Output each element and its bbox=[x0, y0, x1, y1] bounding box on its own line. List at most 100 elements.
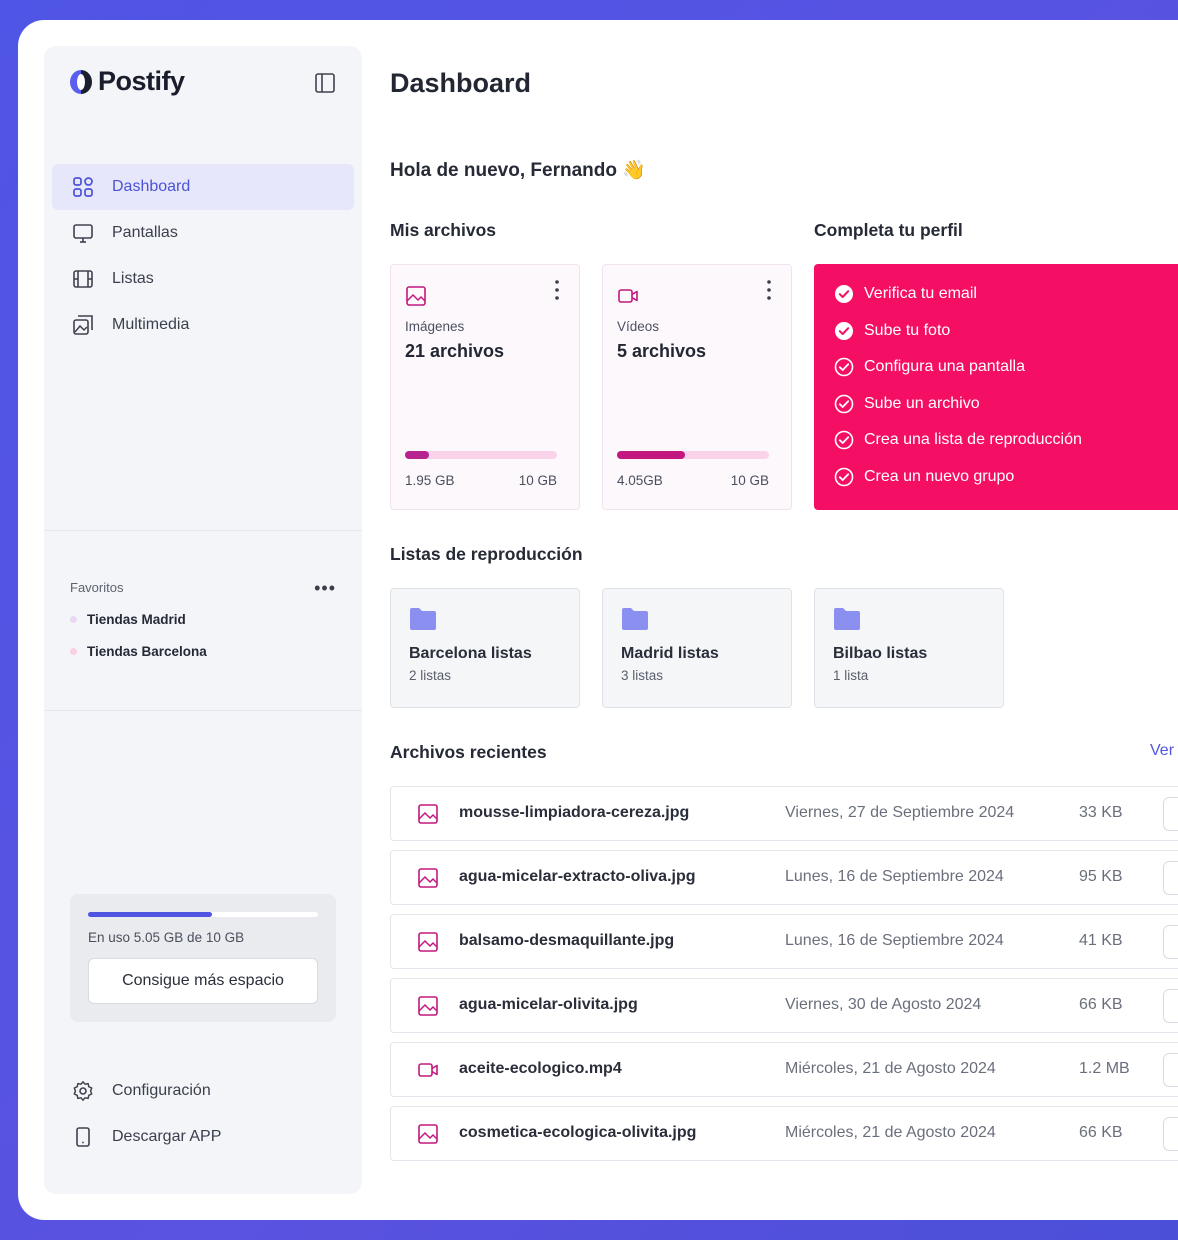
recent-file-row[interactable]: agua-micelar-extracto-oliva.jpg Lunes, 16… bbox=[390, 850, 1178, 905]
greeting: Hola de nuevo, Fernando 👋 bbox=[390, 160, 646, 181]
file-size: 66 KB bbox=[1079, 996, 1123, 1013]
film-icon bbox=[73, 270, 93, 288]
file-size: 66 KB bbox=[1079, 1124, 1123, 1141]
file-size: 41 KB bbox=[1079, 932, 1123, 949]
video-icon bbox=[418, 1063, 438, 1077]
playlist-name: Bilbao listas bbox=[833, 645, 928, 662]
profile-step[interactable]: Configura una pantalla bbox=[834, 357, 1025, 377]
nav-label: Multimedia bbox=[112, 316, 190, 333]
profile-step[interactable]: Crea una lista de reproducción bbox=[834, 430, 1082, 450]
row-action-button[interactable] bbox=[1163, 925, 1178, 959]
profile-step-label: Verifica tu email bbox=[864, 285, 977, 302]
playlist-card[interactable]: Madrid listas 3 listas bbox=[602, 588, 792, 708]
usage-bar bbox=[617, 451, 769, 459]
phone-icon bbox=[76, 1127, 90, 1147]
folder-icon bbox=[834, 608, 860, 630]
file-date: Viernes, 30 de Agosto 2024 bbox=[785, 996, 982, 1013]
monitor-icon bbox=[73, 224, 93, 243]
playlist-card[interactable]: Bilbao listas 1 lista bbox=[814, 588, 1004, 708]
recent-file-row[interactable]: balsamo-desmaquillante.jpg Lunes, 16 de S… bbox=[390, 914, 1178, 969]
nav-label: Pantallas bbox=[112, 224, 178, 241]
favorite-dot-icon bbox=[70, 616, 77, 623]
row-action-button[interactable] bbox=[1163, 989, 1178, 1023]
image-icon bbox=[418, 932, 438, 952]
playlist-count: 1 lista bbox=[833, 668, 869, 683]
recent-file-row[interactable]: mousse-limpiadora-cereza.jpg Viernes, 27 … bbox=[390, 786, 1178, 841]
main-content: Dashboard Hola de nuevo, Fernando 👋 Mis … bbox=[390, 20, 1178, 1220]
file-count: 5 archivos bbox=[617, 341, 707, 361]
row-action-button[interactable] bbox=[1163, 797, 1178, 831]
profile-step[interactable]: Sube un archivo bbox=[834, 394, 980, 414]
file-date: Viernes, 27 de Septiembre 2024 bbox=[785, 804, 1015, 821]
recent-files-title: Archivos recientes bbox=[390, 742, 547, 762]
recent-file-row[interactable]: aceite-ecologico.mp4 Miércoles, 21 de Ago… bbox=[390, 1042, 1178, 1097]
check-circle-filled-icon bbox=[835, 321, 853, 340]
nav-label: Configuración bbox=[112, 1082, 211, 1099]
favorite-label: Tiendas Barcelona bbox=[87, 644, 207, 659]
nav-item-dashboard[interactable]: Dashboard bbox=[52, 164, 354, 210]
file-type-label: Imágenes bbox=[405, 319, 465, 334]
kebab-menu-icon[interactable] bbox=[765, 279, 773, 301]
file-date: Lunes, 16 de Septiembre 2024 bbox=[785, 932, 1004, 949]
postify-logo-icon bbox=[70, 69, 92, 94]
nav-item-pantallas[interactable]: Pantallas bbox=[52, 210, 354, 256]
storage-progress-fill bbox=[88, 912, 213, 917]
app-window: Postify Dashboard Pantallas Listas Multi… bbox=[18, 20, 1178, 1220]
file-name: aceite-ecologico.mp4 bbox=[459, 1060, 622, 1077]
row-action-button[interactable] bbox=[1163, 1117, 1178, 1151]
favorite-label: Tiendas Madrid bbox=[87, 612, 186, 627]
profile-step-label: Sube un archivo bbox=[864, 394, 980, 412]
favorites-header: Favoritos ••• bbox=[70, 579, 336, 597]
bottom-nav: Configuración Descargar APP bbox=[52, 1068, 354, 1160]
playlist-name: Madrid listas bbox=[621, 645, 719, 662]
nav-label: Descargar APP bbox=[112, 1128, 222, 1145]
file-date: Lunes, 16 de Septiembre 2024 bbox=[785, 868, 1004, 885]
image-icon bbox=[418, 868, 438, 888]
gear-icon bbox=[73, 1081, 93, 1101]
file-date: Miércoles, 21 de Agosto 2024 bbox=[785, 1124, 996, 1141]
row-action-button[interactable] bbox=[1163, 1053, 1178, 1087]
playlist-card[interactable]: Barcelona listas 2 listas bbox=[390, 588, 580, 708]
sidebar-toggle-icon[interactable] bbox=[314, 72, 336, 94]
profile-section-title: Completa tu perfil bbox=[814, 220, 963, 240]
used-space: 4.05GB bbox=[617, 473, 663, 488]
row-action-button[interactable] bbox=[1163, 861, 1178, 895]
file-name: agua-micelar-extracto-oliva.jpg bbox=[459, 868, 696, 885]
kebab-menu-icon[interactable] bbox=[553, 279, 561, 301]
recent-file-row[interactable]: agua-micelar-olivita.jpg Viernes, 30 de A… bbox=[390, 978, 1178, 1033]
nav-label: Dashboard bbox=[112, 178, 191, 195]
playlist-count: 2 listas bbox=[409, 668, 452, 683]
favorites-more-icon[interactable]: ••• bbox=[314, 579, 336, 597]
nav-item-multimedia[interactable]: Multimedia bbox=[52, 302, 354, 348]
recent-file-row[interactable]: cosmetica-ecologica-olivita.jpg Miércoles… bbox=[390, 1106, 1178, 1161]
file-name: agua-micelar-olivita.jpg bbox=[459, 996, 638, 1013]
file-name: cosmetica-ecologica-olivita.jpg bbox=[459, 1124, 697, 1141]
profile-step[interactable]: Crea un nuevo grupo bbox=[834, 467, 1014, 487]
videos-card[interactable]: Vídeos 5 archivos 4.05GB 10 GB bbox=[602, 264, 792, 510]
profile-step[interactable]: Verifica tu email bbox=[834, 284, 977, 304]
profile-step[interactable]: Sube tu foto bbox=[834, 321, 950, 341]
playlist-name: Barcelona listas bbox=[409, 645, 532, 662]
nav-item-listas[interactable]: Listas bbox=[52, 256, 354, 302]
nav-item-descargar-app[interactable]: Descargar APP bbox=[52, 1114, 354, 1160]
image-icon bbox=[406, 286, 426, 306]
favorite-item[interactable]: Tiendas Madrid bbox=[70, 612, 186, 627]
image-icon bbox=[418, 1124, 438, 1144]
sidebar-divider bbox=[44, 530, 362, 531]
files-section-title: Mis archivos bbox=[390, 220, 497, 240]
favorites-title: Favoritos bbox=[70, 580, 124, 595]
usage-bar-fill bbox=[617, 451, 686, 459]
playlists-section-title: Listas de reproducción bbox=[390, 544, 583, 564]
favorite-item[interactable]: Tiendas Barcelona bbox=[70, 644, 207, 659]
recent-files-list: mousse-limpiadora-cereza.jpg Viernes, 27 … bbox=[390, 786, 1178, 1170]
file-name: mousse-limpiadora-cereza.jpg bbox=[459, 804, 690, 821]
file-type-label: Vídeos bbox=[617, 319, 660, 334]
file-size: 95 KB bbox=[1079, 868, 1123, 885]
check-circle-filled-icon bbox=[835, 285, 853, 303]
images-card[interactable]: Imágenes 21 archivos 1.95 GB 10 GB bbox=[390, 264, 580, 510]
see-all-link[interactable]: Ver bbox=[1150, 742, 1174, 760]
nav-item-configuracion[interactable]: Configuración bbox=[52, 1068, 354, 1114]
nav-label: Listas bbox=[112, 270, 154, 287]
get-more-space-button[interactable]: Consigue más espacio bbox=[88, 958, 318, 1004]
app-name: Postify bbox=[98, 66, 185, 96]
